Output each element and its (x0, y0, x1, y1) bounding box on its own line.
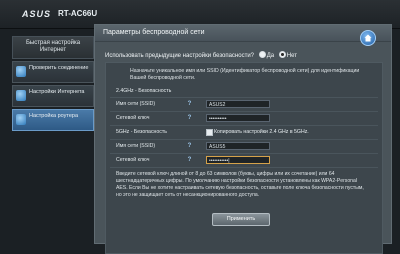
help-icon[interactable]: ? (186, 143, 193, 150)
wireless-form: Назначьте уникальное имя или SSID (Идент… (105, 62, 383, 254)
divider (110, 139, 378, 140)
ssid-24-input[interactable]: ASUS2 (206, 100, 270, 108)
divider (110, 125, 378, 126)
key-24-input[interactable]: •••••••••• (206, 114, 270, 122)
help-icon[interactable]: ? (186, 115, 193, 122)
divider (110, 153, 378, 154)
radio-no[interactable] (278, 51, 286, 58)
divider (110, 97, 378, 98)
sidebar-item-label: Настройки Интернета (29, 89, 85, 95)
internet-icon (16, 90, 26, 101)
page-title: Параметры беспроводной сети (103, 29, 205, 36)
router-icon (16, 114, 26, 125)
band-5-label: 5GHz - Безопасность (116, 129, 167, 135)
globe-icon (16, 66, 26, 77)
radio-yes[interactable] (258, 51, 266, 58)
sidebar-item-label: Настройка роутера (29, 113, 79, 119)
wireless-settings-panel: Параметры беспроводной сети Использовать… (94, 24, 392, 254)
intro-text: Назначьте уникальное имя или SSID (Идент… (130, 68, 360, 81)
router-model: RT-AC66U (58, 9, 98, 18)
ssid-5-label: Имя сети (SSID) (116, 143, 156, 149)
panel-header: Параметры беспроводной сети (95, 25, 391, 42)
sidebar-item-check-connection[interactable]: Проверить соединение (12, 61, 94, 83)
apply-button[interactable]: Применить (212, 213, 270, 226)
home-button[interactable] (360, 30, 376, 46)
sidebar-item-label: Проверить соединение (29, 65, 89, 71)
help-icon[interactable]: ? (186, 101, 193, 108)
sidebar-item-router-setup[interactable]: Настройка роутера (12, 109, 94, 131)
security-question-row: Использовать предыдущие настройки безопа… (105, 51, 297, 59)
divider (110, 167, 378, 168)
key-help-text: Введите сетевой ключ длиной от 8 до 63 с… (116, 171, 364, 198)
key-24-label: Сетевой ключ (116, 115, 150, 121)
key-5-input[interactable]: •••••••••••| (206, 156, 270, 164)
sidebar-title: Быстрая настройка Интернет (12, 36, 94, 59)
copy-settings-label: Копировать настройки 2.4 GHz в 5GHz. (214, 129, 309, 135)
home-icon (364, 34, 372, 42)
copy-settings-checkbox[interactable] (206, 129, 213, 136)
ssid-5-input[interactable]: ASUS5 (206, 142, 270, 150)
asus-logo: ASUS (22, 9, 52, 19)
sidebar-item-internet-settings[interactable]: Настройки Интернета (12, 85, 94, 107)
help-icon[interactable]: ? (186, 157, 193, 164)
sidebar: Быстрая настройка Интернет Проверить сое… (12, 36, 94, 131)
divider (110, 111, 378, 112)
security-question-label: Использовать предыдущие настройки безопа… (105, 53, 255, 59)
band-24-label: 2.4GHz - Безопасность (116, 88, 172, 94)
key-5-label: Сетевой ключ (116, 157, 150, 163)
ssid-24-label: Имя сети (SSID) (116, 101, 156, 107)
radio-no-label: Нет (286, 53, 297, 59)
radio-yes-label: Да (266, 53, 275, 59)
